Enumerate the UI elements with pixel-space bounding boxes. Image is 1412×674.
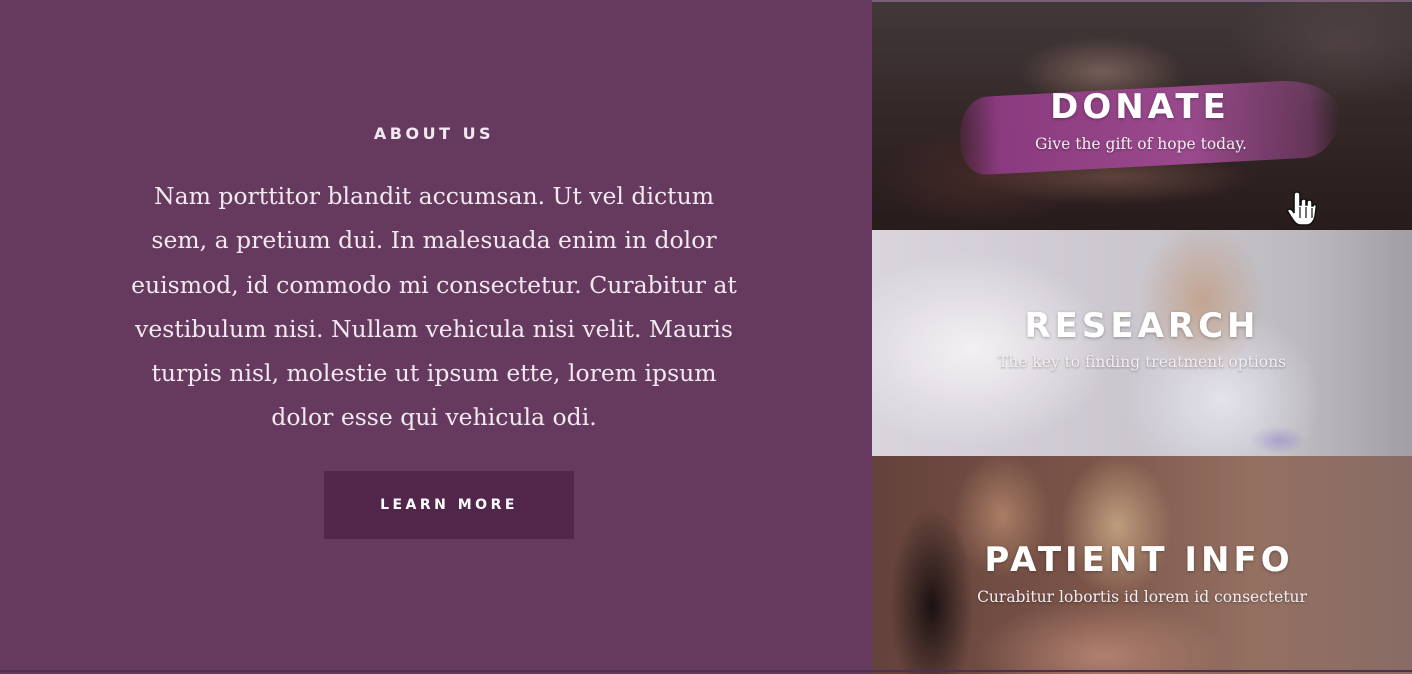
page: ABOUT US Nam porttitor blandit accumsan.… <box>0 0 1412 674</box>
patient-info-subtitle: Curabitur lobortis id lorem id consectet… <box>977 588 1307 606</box>
card-donate[interactable]: DONATE Give the gift of hope today. <box>872 2 1412 230</box>
card-research[interactable]: RESEARCH The key to finding treatment op… <box>872 230 1412 456</box>
donate-subtitle: Give the gift of hope today. <box>1035 135 1247 153</box>
learn-more-button[interactable]: LEARN MORE <box>324 471 574 539</box>
research-subtitle: The key to finding treatment options <box>997 353 1287 371</box>
about-section: ABOUT US Nam porttitor blandit accumsan.… <box>0 0 872 672</box>
research-title: RESEARCH <box>1024 306 1260 346</box>
feature-cards: DONATE Give the gift of hope today. RESE… <box>872 0 1412 674</box>
hand-pointer-icon <box>1287 191 1317 226</box>
donate-title: DONATE <box>1050 87 1230 127</box>
patient-info-title: PATIENT INFO <box>984 540 1294 580</box>
about-body: Nam porttitor blandit accumsan. Ut vel d… <box>131 182 737 432</box>
card-patient-info[interactable]: PATIENT INFO Curabitur lobortis id lorem… <box>872 456 1412 674</box>
about-heading: ABOUT US <box>373 124 495 143</box>
